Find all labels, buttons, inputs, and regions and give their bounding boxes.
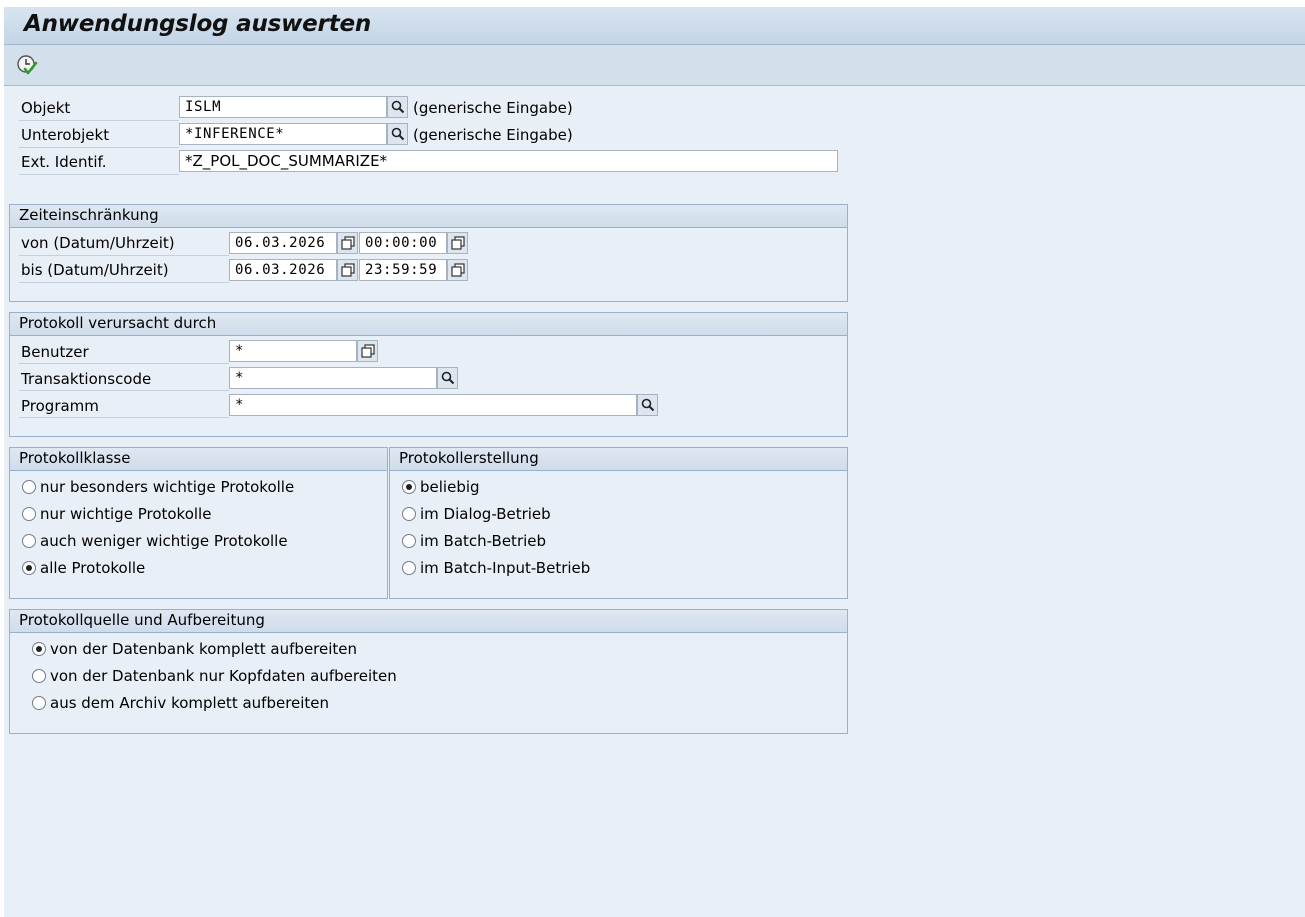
- klasse-group-title: Protokollklasse: [19, 449, 131, 467]
- calendar-copy-icon: [361, 344, 375, 358]
- calendar-copy-icon: [451, 236, 465, 250]
- objekt-input[interactable]: ISLM: [179, 96, 387, 118]
- radio-button-icon[interactable]: [32, 696, 46, 710]
- tcode-input[interactable]: *: [229, 367, 437, 389]
- ext-identif-label: Ext. Identif.: [21, 153, 107, 171]
- programm-search-button[interactable]: [637, 394, 658, 416]
- erstellung-option-label: im Dialog-Betrieb: [420, 505, 551, 523]
- tcode-label: Transaktionscode: [21, 370, 152, 388]
- objekt-hint: (generische Eingabe): [413, 99, 573, 117]
- radio-button-icon[interactable]: [32, 669, 46, 683]
- von-date-input[interactable]: 06.03.2026: [229, 232, 337, 254]
- objekt-search-button[interactable]: [387, 96, 408, 118]
- title-bar: Anwendungslog auswerten: [4, 7, 1305, 45]
- radio-button-icon[interactable]: [402, 534, 416, 548]
- zeit-group-title: Zeiteinschränkung: [19, 206, 159, 224]
- bis-date-picker-button[interactable]: [337, 259, 358, 281]
- benutzer-help-button[interactable]: [357, 340, 378, 362]
- benutzer-input[interactable]: *: [229, 340, 357, 362]
- search-icon: [391, 100, 405, 114]
- quelle-group-header: Protokollquelle und Aufbereitung: [10, 610, 847, 633]
- von-time-picker-button[interactable]: [447, 232, 468, 254]
- quelle-option-label: von der Datenbank komplett aufbereiten: [50, 640, 358, 658]
- bis-date-input[interactable]: 06.03.2026: [229, 259, 337, 281]
- unterobjekt-underline: [19, 147, 179, 148]
- radio-button-icon[interactable]: [402, 480, 416, 494]
- von-date-picker-button[interactable]: [337, 232, 358, 254]
- radio-button-icon[interactable]: [22, 534, 36, 548]
- klasse-option-label: nur besonders wichtige Protokolle: [40, 478, 295, 496]
- von-underline: [19, 255, 229, 256]
- quelle-option-label: von der Datenbank nur Kopfdaten aufberei…: [50, 667, 397, 685]
- radio-button-icon[interactable]: [22, 507, 36, 521]
- benutzer-underline: [19, 363, 229, 364]
- objekt-label: Objekt: [21, 99, 71, 117]
- page-title: Anwendungslog auswerten: [24, 11, 372, 37]
- search-icon: [641, 398, 655, 412]
- radio-button-icon[interactable]: [402, 507, 416, 521]
- programm-input[interactable]: *: [229, 394, 637, 416]
- von-time-input[interactable]: 00:00:00: [359, 232, 447, 254]
- quelle-option-label: aus dem Archiv komplett aufbereiten: [50, 694, 330, 712]
- erstellung-option-label: im Batch-Betrieb: [420, 532, 547, 550]
- verursacht-group-header: Protokoll verursacht durch: [10, 313, 847, 336]
- erstellung-group-title: Protokollerstellung: [399, 449, 539, 467]
- klasse-option-label: nur wichtige Protokolle: [40, 505, 212, 523]
- programm-label: Programm: [21, 397, 99, 415]
- execute-button[interactable]: [16, 54, 38, 76]
- bis-time-input[interactable]: 23:59:59: [359, 259, 447, 281]
- search-icon: [391, 127, 405, 141]
- unterobjekt-input[interactable]: *INFERENCE*: [179, 123, 387, 145]
- ext-identif-input[interactable]: *Z_POL_DOC_SUMMARIZE*: [179, 150, 838, 172]
- calendar-copy-icon: [341, 263, 355, 277]
- bis-underline: [19, 282, 229, 283]
- radio-button-icon[interactable]: [32, 642, 46, 656]
- search-icon: [441, 371, 455, 385]
- app-window: Anwendungslog auswerten Objekt ISLM (gen…: [4, 7, 1305, 917]
- von-label: von (Datum/Uhrzeit): [21, 234, 175, 252]
- tcode-underline: [19, 390, 229, 391]
- bis-time-picker-button[interactable]: [447, 259, 468, 281]
- application-toolbar: [4, 45, 1305, 86]
- radio-button-icon[interactable]: [22, 561, 36, 575]
- klasse-option-label: auch weniger wichtige Protokolle: [40, 532, 288, 550]
- ext-identif-underline: [19, 174, 179, 175]
- calendar-copy-icon: [341, 236, 355, 250]
- execute-clock-check-icon: [17, 55, 38, 75]
- quelle-group-title: Protokollquelle und Aufbereitung: [19, 611, 265, 629]
- programm-underline: [19, 417, 229, 418]
- klasse-option-label: alle Protokolle: [40, 559, 146, 577]
- erstellung-option-label: beliebig: [420, 478, 480, 496]
- verursacht-group-title: Protokoll verursacht durch: [19, 314, 217, 332]
- zeit-group-header: Zeiteinschränkung: [10, 205, 847, 228]
- unterobjekt-hint: (generische Eingabe): [413, 126, 573, 144]
- unterobjekt-search-button[interactable]: [387, 123, 408, 145]
- objekt-underline: [19, 120, 179, 121]
- bis-label: bis (Datum/Uhrzeit): [21, 261, 169, 279]
- erstellung-option-label: im Batch-Input-Betrieb: [420, 559, 591, 577]
- unterobjekt-label: Unterobjekt: [21, 126, 110, 144]
- radio-button-icon[interactable]: [22, 480, 36, 494]
- erstellung-group-header: Protokollerstellung: [390, 448, 847, 471]
- radio-button-icon[interactable]: [402, 561, 416, 575]
- benutzer-label: Benutzer: [21, 343, 89, 361]
- tcode-search-button[interactable]: [437, 367, 458, 389]
- calendar-copy-icon: [451, 263, 465, 277]
- klasse-group-header: Protokollklasse: [10, 448, 387, 471]
